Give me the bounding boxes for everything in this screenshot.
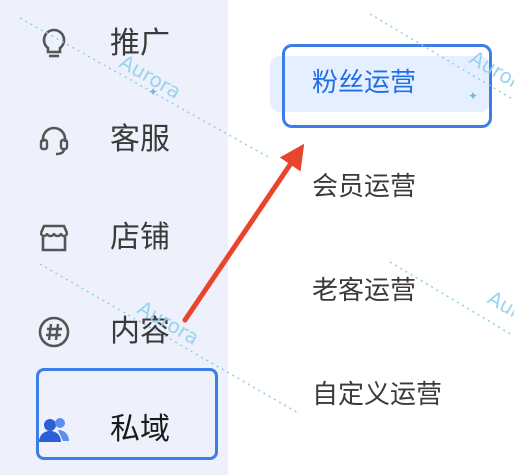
sidebar-item-content[interactable]: 内容: [30, 302, 210, 362]
submenu-highlight-box: [282, 44, 492, 128]
sidebar-item-label: 店铺: [110, 220, 170, 255]
submenu-item-label: 自定义运营: [312, 380, 443, 410]
sidebar-item-label: 内容: [110, 314, 170, 349]
store-icon: [36, 220, 72, 256]
active-item-highlight-box: [36, 368, 218, 460]
submenu-item-label: 会员运营: [312, 172, 417, 202]
submenu-item-returning-customer-operations[interactable]: 老客运营: [270, 264, 490, 320]
headset-icon: [36, 122, 72, 158]
sidebar-item-label: 推广: [110, 26, 170, 61]
sidebar-item-store[interactable]: 店铺: [30, 208, 210, 268]
lightbulb-icon: [36, 26, 72, 62]
sidebar-item-customer-service[interactable]: 客服: [30, 110, 210, 170]
sidebar-item-label: 客服: [110, 122, 170, 157]
hashtag-icon: [36, 314, 72, 350]
submenu-item-label: 老客运营: [312, 276, 417, 306]
submenu-item-custom-operations[interactable]: 自定义运营: [270, 368, 490, 424]
sidebar-item-promotion[interactable]: 推广: [30, 14, 210, 74]
submenu-item-member-operations[interactable]: 会员运营: [270, 160, 490, 216]
